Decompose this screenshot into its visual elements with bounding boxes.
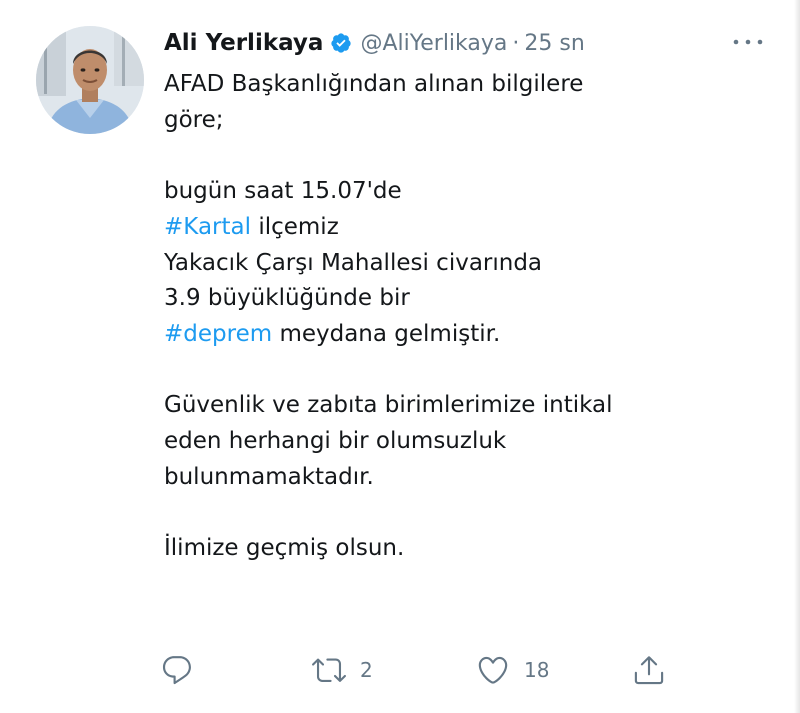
text-line: İlimize geçmiş olsun.	[164, 535, 405, 562]
reply-button[interactable]	[160, 650, 194, 690]
text-line: bulunmamaktadır.	[164, 463, 374, 490]
avatar-photo	[36, 26, 144, 134]
retweet-icon	[312, 653, 346, 687]
text-line: göre;	[164, 106, 224, 133]
frame-edge	[794, 0, 800, 713]
more-options-icon[interactable]	[730, 30, 766, 54]
tweet: Ali Yerlikaya @AliYerlikaya · 25 sn AFAD…	[0, 0, 800, 713]
verified-badge-icon	[330, 32, 352, 54]
tweet-header: Ali Yerlikaya @AliYerlikaya · 25 sn	[164, 27, 585, 59]
text-line: Güvenlik ve zabıta birimlerimize intikal	[164, 392, 613, 419]
action-bar: 2 18	[160, 650, 680, 690]
like-button[interactable]: 18	[476, 650, 549, 690]
author-handle[interactable]: @AliYerlikaya	[360, 31, 507, 56]
timestamp[interactable]: 25 sn	[524, 31, 584, 56]
text-line: AFAD Başkanlığından alınan bilgilere	[164, 71, 584, 97]
text-line: #deprem meydana gelmiştir.	[164, 317, 764, 353]
text-fragment: ilçemiz	[251, 213, 339, 240]
separator-dot: ·	[512, 30, 520, 56]
hashtag-link[interactable]: #deprem	[164, 321, 272, 347]
text-line: 3.9 büyüklüğünde bir	[164, 285, 410, 312]
text-line: #Kartal ilçemiz	[164, 210, 764, 246]
retweet-button[interactable]: 2	[312, 650, 373, 690]
hashtag-link[interactable]: #Kartal	[164, 214, 251, 240]
share-button[interactable]	[632, 650, 666, 690]
tweet-text: AFAD Başkanlığından alınan bilgilere gör…	[164, 67, 764, 567]
heart-icon	[476, 653, 510, 687]
author-name[interactable]: Ali Yerlikaya	[164, 30, 323, 56]
text-line: eden herhangi bir olumsuzluk	[164, 428, 507, 454]
text-fragment: meydana gelmiştir.	[272, 320, 501, 347]
retweet-count: 2	[360, 658, 373, 682]
text-line: bugün saat 15.07'de	[164, 178, 402, 205]
like-count: 18	[524, 658, 550, 682]
share-icon	[632, 653, 666, 687]
reply-icon	[160, 653, 194, 687]
text-line: Yakacık Çarşı Mahallesi civarında	[164, 249, 543, 276]
avatar[interactable]	[36, 26, 144, 134]
